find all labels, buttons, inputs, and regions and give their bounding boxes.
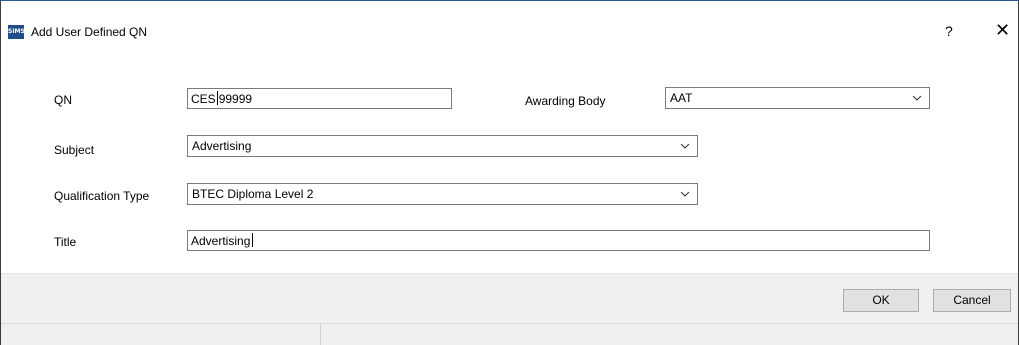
qualification-type-dropdown[interactable]: BTEC Diploma Level 2 — [187, 183, 698, 205]
status-divider — [320, 324, 321, 345]
window-title: Add User Defined QN — [31, 25, 148, 39]
subject-value: Advertising — [192, 139, 252, 153]
sims-logo-icon: SIMS — [8, 25, 25, 39]
subject-dropdown[interactable]: Advertising — [187, 135, 698, 157]
ok-button[interactable]: OK — [843, 289, 919, 312]
awarding-body-label: Awarding Body — [525, 94, 606, 108]
text-cursor — [252, 233, 254, 247]
chevron-down-icon — [680, 191, 690, 197]
button-bar: OK Cancel — [1, 273, 1018, 324]
qn-value: 99999 — [218, 92, 253, 106]
title-input[interactable]: Advertising — [187, 230, 930, 251]
cancel-button[interactable]: Cancel — [933, 289, 1011, 312]
chevron-down-icon — [912, 95, 922, 101]
title-bar: SIMS Add User Defined QN ? ✕ — [1, 1, 1018, 63]
qn-prefix: CES — [191, 92, 216, 106]
awarding-body-value: AAT — [670, 91, 693, 105]
status-bar — [1, 323, 1018, 345]
help-button[interactable]: ? — [945, 23, 953, 39]
awarding-body-dropdown[interactable]: AAT — [665, 87, 930, 109]
title-value: Advertising — [191, 234, 251, 248]
qualification-type-value: BTEC Diploma Level 2 — [192, 187, 314, 201]
subject-label: Subject — [54, 143, 95, 157]
chevron-down-icon — [680, 143, 690, 149]
qn-input[interactable]: CES 99999 — [187, 88, 452, 109]
close-button[interactable]: ✕ — [995, 20, 1010, 41]
qn-separator — [216, 91, 218, 105]
qn-label: QN — [54, 93, 72, 107]
form-area: QN CES 99999 Awarding Body AAT Subject Ad… — [1, 63, 1018, 273]
title-label: Title — [54, 235, 77, 249]
qualification-type-label: Qualification Type — [54, 189, 150, 203]
